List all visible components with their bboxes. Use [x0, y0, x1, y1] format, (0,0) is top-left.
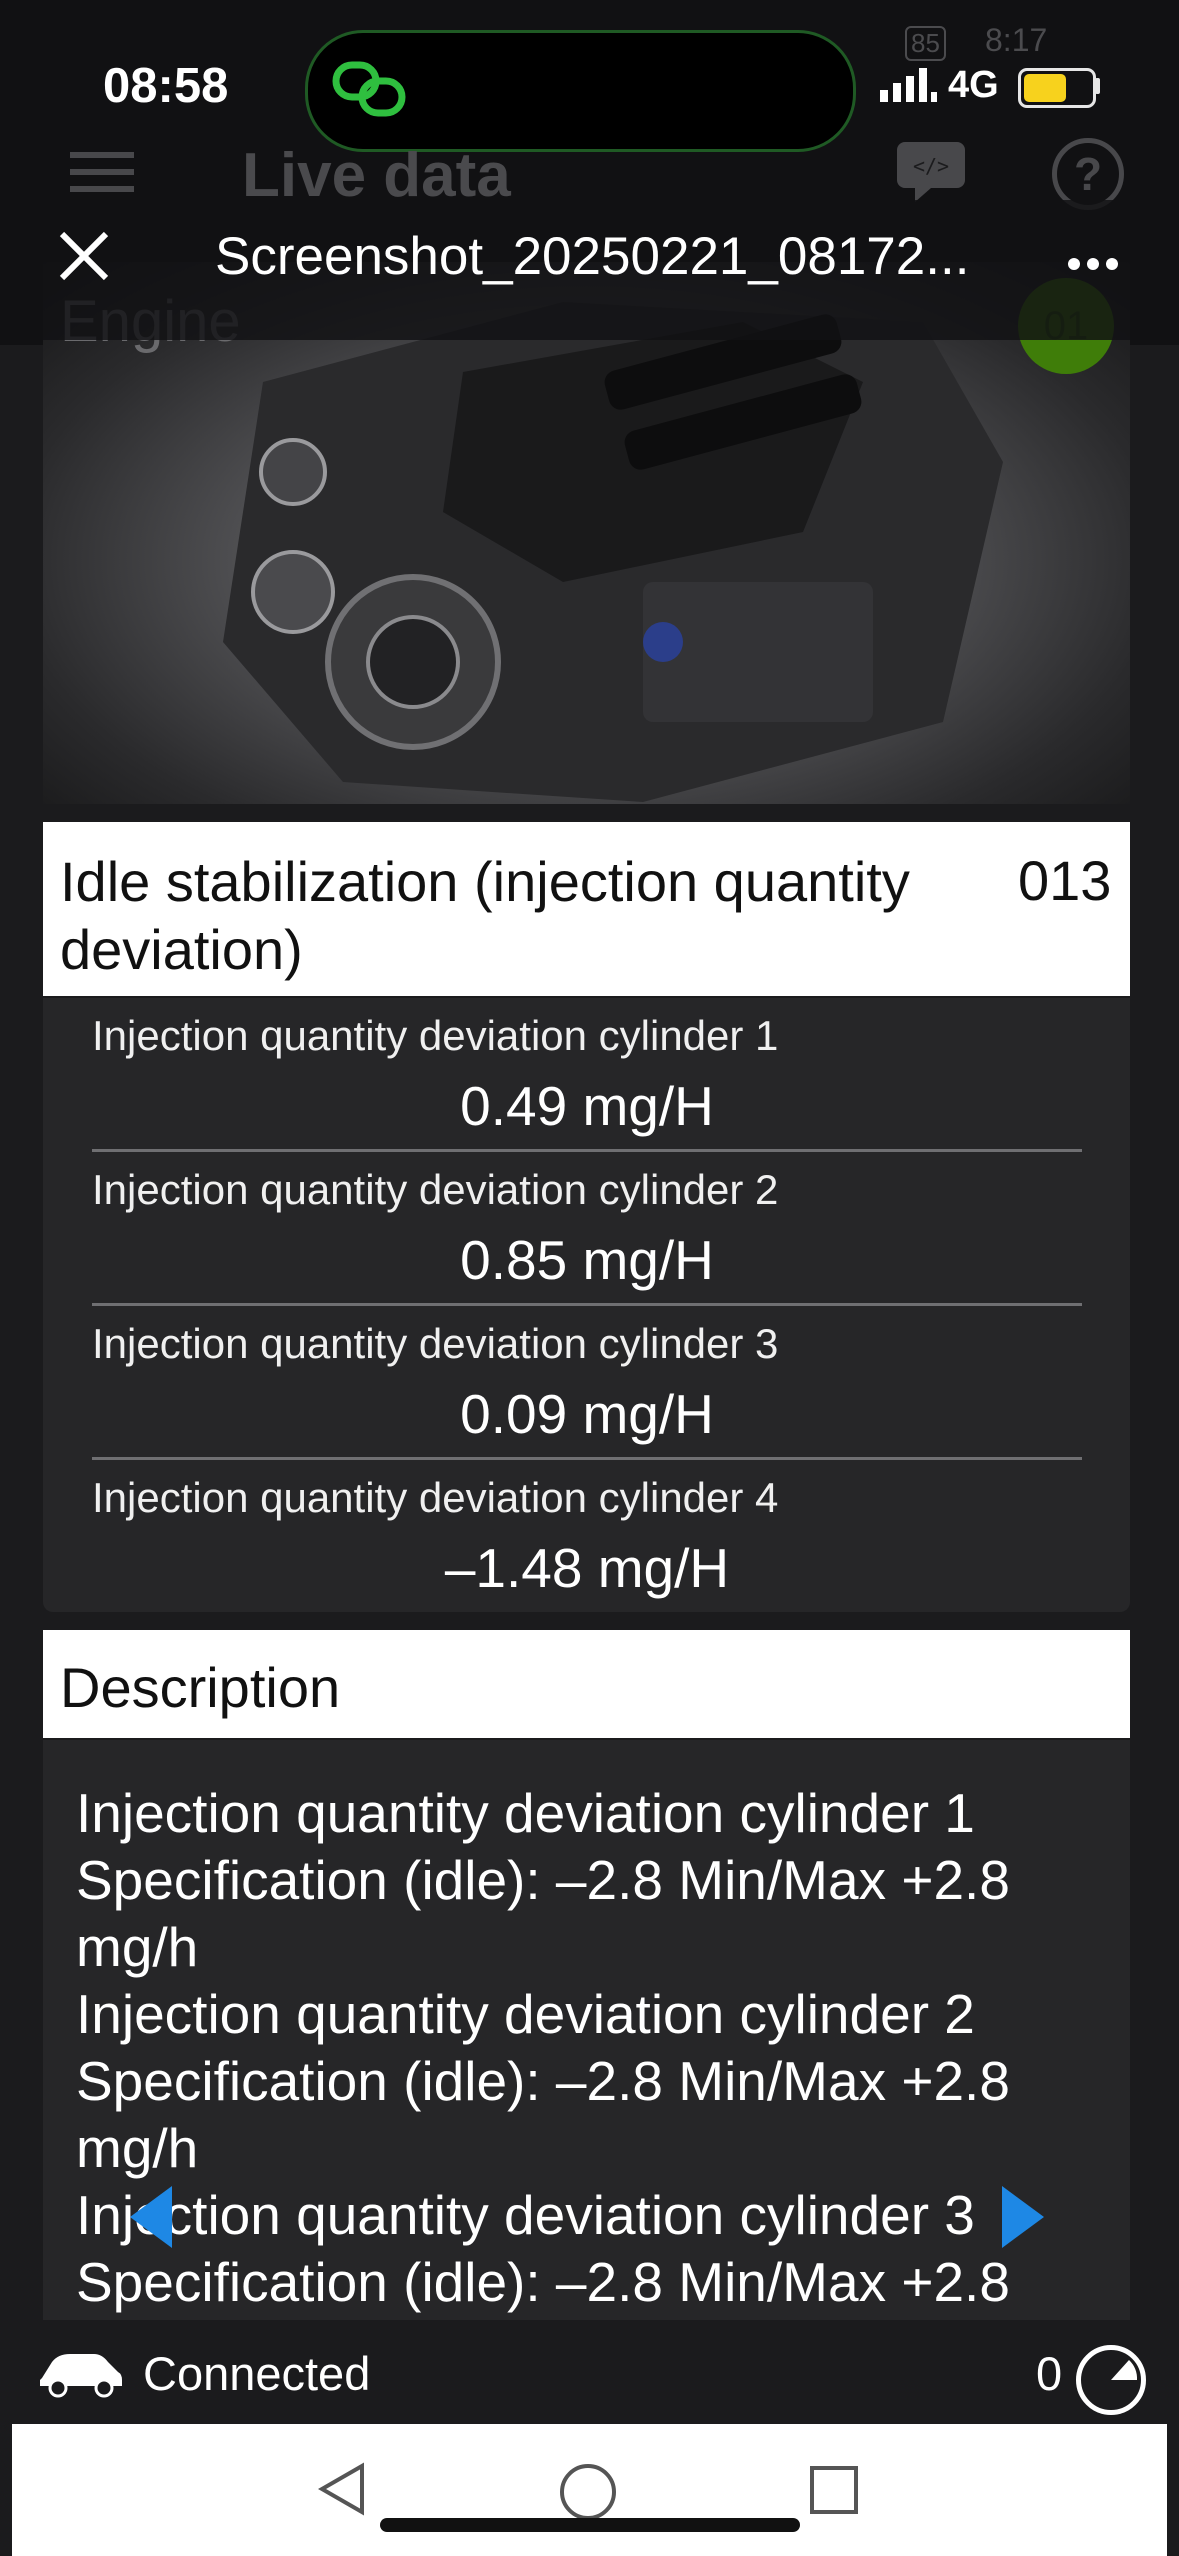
value-label: Injection quantity deviation cylinder 3 [92, 1320, 779, 1367]
value-label: Injection quantity deviation cylinder 4 [92, 1474, 779, 1521]
value-row: Injection quantity deviation cylinder 3 … [92, 1306, 1082, 1460]
previous-arrow-icon[interactable] [130, 2186, 174, 2248]
value-reading: 0.49 mg/H [460, 1075, 714, 1137]
recent-apps-icon[interactable] [810, 2466, 858, 2514]
underlying-clock: 8:17 [985, 22, 1048, 58]
connection-status: Connected [143, 2347, 371, 2400]
underlying-battery: 85 [905, 26, 946, 61]
value-row: Injection quantity deviation cylinder 2 … [92, 1152, 1082, 1306]
next-arrow-icon[interactable] [1000, 2186, 1044, 2248]
network-type: 4G [948, 64, 999, 106]
menu-icon[interactable] [70, 152, 134, 192]
svg-text:</>: </> [913, 154, 949, 178]
status-time: 08:58 [103, 59, 229, 113]
value-row: Injection quantity deviation cylinder 4 … [92, 1460, 1082, 1614]
error-count: 0 [1036, 2347, 1063, 2400]
code-icon[interactable]: </> [895, 140, 967, 204]
file-name-title: Screenshot_20250221_08172... [215, 227, 970, 286]
description-title: Description [60, 1656, 341, 1719]
value-label: Injection quantity deviation cylinder 2 [92, 1166, 779, 1213]
battery-level [1024, 74, 1066, 102]
description-text: Injection quantity deviation cylinder 1 … [76, 1782, 1010, 2313]
back-icon[interactable] [318, 2462, 366, 2516]
signal-icon [880, 68, 937, 102]
value-reading: 0.09 mg/H [460, 1383, 714, 1445]
value-reading: –1.48 mg/H [444, 1537, 730, 1599]
more-options-icon[interactable] [1068, 257, 1125, 275]
description-panel: Injection quantity deviation cylinder 1 … [43, 1740, 1130, 2320]
group-code: 013 [1018, 849, 1112, 912]
value-reading: 0.85 mg/H [460, 1229, 714, 1291]
value-row: Injection quantity deviation cylinder 1 … [92, 998, 1082, 1152]
car-icon [40, 2354, 122, 2398]
link-chain-icon [332, 61, 406, 117]
close-icon[interactable] [58, 230, 110, 282]
battery-nub [1095, 78, 1100, 94]
gauge-icon[interactable] [1076, 2345, 1146, 2415]
home-icon[interactable] [560, 2464, 616, 2520]
value-label: Injection quantity deviation cylinder 1 [92, 1012, 779, 1059]
group-title: Idle stabilization (injection quantity d… [60, 850, 910, 981]
home-indicator[interactable] [380, 2518, 800, 2532]
